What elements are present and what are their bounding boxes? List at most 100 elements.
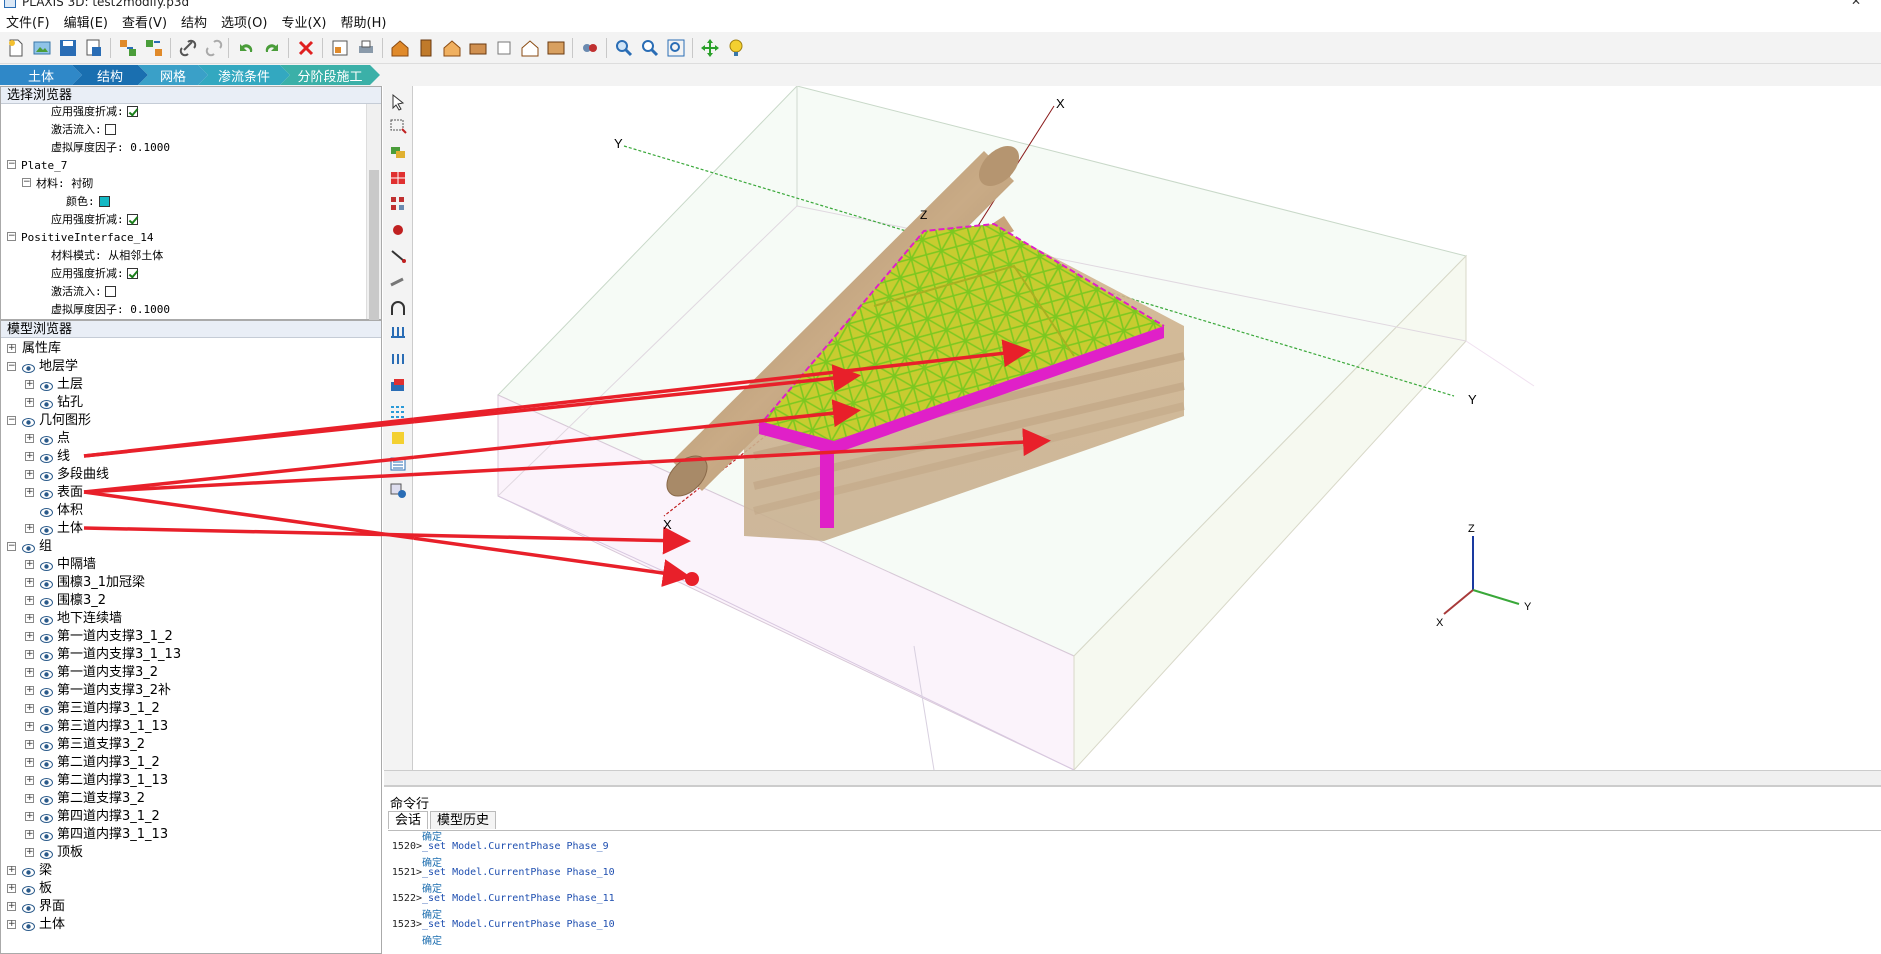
tree-item[interactable]: + 第三道支撑3_2 [25,735,145,753]
link-icon[interactable] [176,36,200,60]
visualization-icon[interactable] [578,36,602,60]
report-icon[interactable] [328,36,352,60]
visibility-eye-icon[interactable] [40,721,53,733]
create-array-icon[interactable] [388,194,408,214]
visibility-eye-icon[interactable] [22,901,35,913]
create-point-icon[interactable] [388,220,408,240]
import-icon[interactable] [116,36,140,60]
tree-item[interactable]: + 围檩3_1加冠梁 [25,573,145,591]
tree-item[interactable]: − 地层学 [7,357,78,375]
create-load-icon[interactable] [388,324,408,344]
expand-icon[interactable]: + [25,452,34,461]
open-project-icon[interactable] [30,36,54,60]
tree-item[interactable]: 体积 [25,501,83,519]
tree-item[interactable]: + 第三道内撑3_1_13 [25,717,168,735]
mode-tab-4[interactable]: 分阶段施工 [280,65,380,85]
visibility-eye-icon[interactable] [40,757,53,769]
command-splitter[interactable] [384,770,1881,786]
tree-item[interactable]: + 第一道内支撑3_1_13 [25,645,181,663]
menu-item-2[interactable]: 查看(V) [122,12,167,31]
front-view-icon[interactable] [414,36,438,60]
visibility-eye-icon[interactable] [40,397,53,409]
tree-item[interactable]: + 围檩3_2 [25,591,106,609]
expand-icon[interactable]: + [25,794,34,803]
expand-icon[interactable]: + [25,524,34,533]
visibility-eye-icon[interactable] [40,793,53,805]
visibility-eye-icon[interactable] [22,361,35,373]
right-view-icon[interactable] [544,36,568,60]
model-canvas[interactable]: X Y Z Y X Z Y X [414,86,1881,770]
collapse-icon[interactable]: − [22,178,31,187]
tree-item[interactable]: + 第一道内支撑3_2补 [25,681,171,699]
checkbox-unchecked[interactable] [104,286,116,297]
undo-icon[interactable] [234,36,258,60]
expand-icon[interactable]: + [25,488,34,497]
visibility-eye-icon[interactable] [40,433,53,445]
visibility-eye-icon[interactable] [40,775,53,787]
tree-item[interactable]: + 第二道内撑3_1_2 [25,753,160,771]
view-settings-icon[interactable] [388,480,408,500]
visibility-eye-icon[interactable] [40,613,53,625]
expand-icon[interactable]: + [25,650,34,659]
create-wall-icon[interactable] [388,168,408,188]
checkbox-checked[interactable] [126,268,138,279]
tree-item[interactable]: + 第一道内支撑3_2 [25,663,158,681]
3d-viewport[interactable]: X Y Z Y X Z Y X [414,86,1881,770]
menu-item-1[interactable]: 编辑(E) [64,12,108,31]
expand-icon[interactable]: + [7,902,16,911]
visibility-eye-icon[interactable] [40,739,53,751]
visibility-eye-icon[interactable] [22,415,35,427]
expand-icon[interactable]: + [25,470,34,479]
create-line-load-icon[interactable] [388,350,408,370]
export-icon[interactable] [142,36,166,60]
visibility-eye-icon[interactable] [40,469,53,481]
checkbox-unchecked[interactable] [104,124,116,135]
side-view-icon[interactable] [466,36,490,60]
zoom-out-icon[interactable] [638,36,662,60]
expand-icon[interactable]: + [25,596,34,605]
menu-item-6[interactable]: 帮助(H) [341,12,387,31]
expand-icon[interactable]: + [25,578,34,587]
create-surface-icon[interactable] [388,376,408,396]
expand-icon[interactable]: + [25,848,34,857]
expand-icon[interactable]: + [7,344,16,353]
tree-item[interactable]: + 第三道内撑3_1_2 [25,699,160,717]
design-approach-icon[interactable] [388,454,408,474]
move-object-icon[interactable] [388,142,408,162]
tree-item[interactable]: + 第二道支撑3_2 [25,789,145,807]
create-flow-icon[interactable] [388,402,408,422]
create-anchor-icon[interactable] [388,272,408,292]
expand-icon[interactable]: + [25,614,34,623]
pan-icon[interactable] [698,36,722,60]
tree-item[interactable]: + 点 [25,429,70,447]
visibility-eye-icon[interactable] [40,649,53,661]
expand-icon[interactable]: + [25,704,34,713]
mode-tab-1[interactable]: 结构 [72,65,148,85]
visibility-eye-icon[interactable] [40,595,53,607]
tree-item[interactable]: + 顶板 [25,843,83,861]
tree-item[interactable]: + 属性库 [7,339,61,357]
expand-icon[interactable]: + [25,830,34,839]
save-as-icon[interactable] [82,36,106,60]
new-project-icon[interactable] [4,36,28,60]
zoom-extents-icon[interactable] [664,36,688,60]
expand-icon[interactable]: + [25,434,34,443]
color-swatch[interactable] [98,196,110,207]
expand-icon[interactable]: + [25,740,34,749]
expand-icon[interactable]: + [25,668,34,677]
mode-tab-2[interactable]: 网格 [138,65,208,85]
rectangle-select-icon[interactable] [388,116,408,136]
visibility-eye-icon[interactable] [40,487,53,499]
visibility-eye-icon[interactable] [40,811,53,823]
tree-item[interactable]: + 线 [25,447,70,465]
tree-item[interactable]: + 土体 [7,915,65,933]
expand-icon[interactable]: + [25,398,34,407]
tree-item[interactable]: + 中隔墙 [25,555,96,573]
unlink-icon[interactable] [202,36,226,60]
visibility-eye-icon[interactable] [40,829,53,841]
tree-item[interactable]: − 几何图形 [7,411,91,429]
collapse-icon[interactable]: − [7,542,16,551]
menu-item-4[interactable]: 选项(O) [221,12,267,31]
top-view-icon[interactable] [518,36,542,60]
tree-item[interactable]: + 界面 [7,897,65,915]
